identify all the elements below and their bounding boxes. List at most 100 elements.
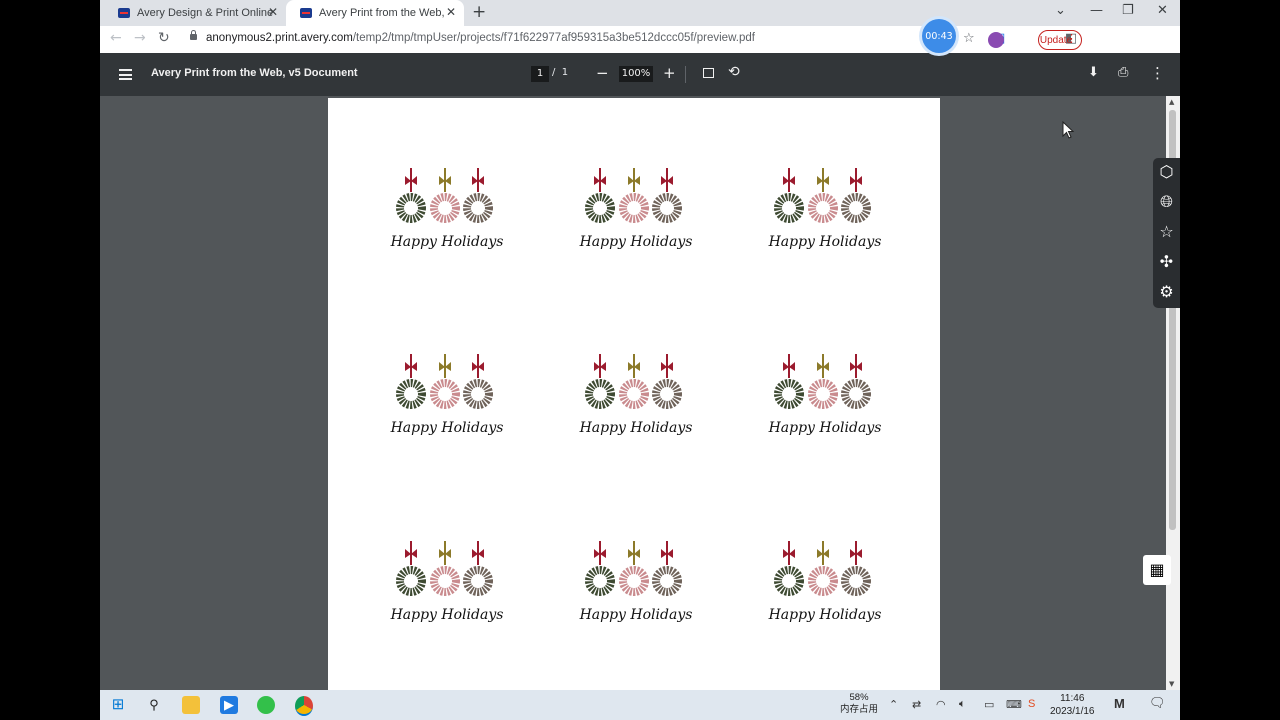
restore-button[interactable]: ❐ <box>1122 3 1134 18</box>
pdf-page: Happy Holidays Happy Holidays Happy Holida… <box>328 98 940 690</box>
wreaths-illustration <box>396 541 493 596</box>
menu-icon[interactable] <box>119 69 132 80</box>
url-path: /temp2/tmp/tmpUser/projects/f71f622977af… <box>352 32 755 44</box>
volume-icon[interactable]: 🔈︎ <box>959 698 966 711</box>
pdf-toolbar: Avery Print from the Web, v5 Document 1 … <box>100 53 1180 96</box>
avery-favicon-icon <box>300 8 312 18</box>
update-button[interactable]: Update <box>1038 30 1082 50</box>
side-dock: ⬡ 🌐︎ ☆ ✣ ⚙ <box>1153 158 1180 308</box>
lock-icon <box>190 30 197 40</box>
qr-code-icon[interactable]: ▦ <box>1143 555 1171 585</box>
clock[interactable]: 11:46 2023/1/16 <box>1050 692 1095 718</box>
zoom-out-button[interactable]: − <box>596 64 609 82</box>
scroll-down-icon[interactable]: ▼ <box>1169 680 1174 688</box>
page-separator: / <box>552 67 556 78</box>
search-icon[interactable]: ⚲ <box>145 696 163 714</box>
download-icon[interactable]: ⬇ <box>1088 65 1099 80</box>
zoom-in-button[interactable]: + <box>663 64 676 82</box>
print-icon[interactable]: ⎙ <box>1118 65 1128 80</box>
battery-icon[interactable]: ▭ <box>984 698 994 711</box>
label-cell: Happy Holidays <box>765 539 885 649</box>
address-toolbar: ← → ↻ anonymous2.print.avery.com/temp2/t… <box>100 26 1180 53</box>
label-cell: Happy Holidays <box>576 352 696 462</box>
forward-button[interactable]: → <box>134 30 146 46</box>
label-cell: Happy Holidays <box>765 166 885 276</box>
memory-label: 内存占用 <box>840 704 879 715</box>
label-caption: Happy Holidays <box>768 420 882 436</box>
taskbar: ⊞ ⚲ ▶ 58% 内存占用 ⌃ ⇄ ◠ 🔈︎ ▭ ⌨ S 11:46 2023/1… <box>100 690 1180 720</box>
ime-icon[interactable]: S <box>1028 698 1035 710</box>
tab-title: Avery Design & Print Online <box>137 7 274 19</box>
wreaths-illustration <box>396 354 493 409</box>
label-cell: Happy Holidays <box>387 539 507 649</box>
wreaths-illustration <box>774 168 871 223</box>
profile-avatar[interactable] <box>988 32 1004 48</box>
wechat-icon[interactable] <box>257 696 275 714</box>
label-caption: Happy Holidays <box>579 607 693 623</box>
clock-time: 11:46 <box>1060 693 1085 704</box>
zoom-input[interactable]: 100% <box>619 66 653 82</box>
new-tab-button[interactable]: + <box>472 2 486 22</box>
globe-icon[interactable]: 🌐︎ <box>1156 191 1177 212</box>
file-explorer-icon[interactable] <box>182 696 200 714</box>
wreaths-illustration <box>774 541 871 596</box>
tab-avery-print[interactable]: Avery Print from the Web, v5 D ✕ <box>286 0 464 26</box>
scroll-up-icon[interactable]: ▲ <box>1169 98 1174 106</box>
url-host: anonymous2.print.avery.com <box>206 32 353 44</box>
label-cell: Happy Holidays <box>576 539 696 649</box>
network-swap-icon[interactable]: ⇄ <box>912 698 921 711</box>
close-icon[interactable]: ✕ <box>446 5 456 19</box>
label-caption: Happy Holidays <box>579 234 693 250</box>
label-cell: Happy Holidays <box>576 166 696 276</box>
gear-icon[interactable]: ⚙ <box>1156 281 1177 302</box>
document-title: Avery Print from the Web, v5 Document <box>151 67 358 79</box>
wreaths-illustration <box>774 354 871 409</box>
wreaths-illustration <box>585 168 682 223</box>
tab-title: Avery Print from the Web, v5 D <box>319 7 447 19</box>
label-cell: Happy Holidays <box>765 352 885 462</box>
fit-page-icon[interactable] <box>703 68 714 78</box>
page-number-input[interactable]: 1 <box>531 66 549 82</box>
mouse-cursor-icon <box>1062 121 1075 139</box>
clock-date: 2023/1/16 <box>1050 706 1095 717</box>
windows-start-icon[interactable]: ⊞ <box>109 696 127 714</box>
app-icon[interactable]: ▶ <box>220 696 238 714</box>
chrome-icon[interactable] <box>295 696 313 716</box>
memory-usage: 58% 内存占用 <box>840 692 878 716</box>
label-caption: Happy Holidays <box>390 234 504 250</box>
minimize-button[interactable]: — <box>1090 3 1103 18</box>
window-close-button[interactable]: ✕ <box>1157 3 1168 18</box>
label-caption: Happy Holidays <box>768 234 882 250</box>
tab-strip: Avery Design & Print Online ✕ Avery Prin… <box>100 0 1180 26</box>
label-cell: Happy Holidays <box>387 352 507 462</box>
extension-icon[interactable]: ⬡ <box>1156 161 1177 182</box>
m-app-icon[interactable]: M <box>1114 696 1125 711</box>
more-options-icon[interactable]: ⋮ <box>1150 64 1165 82</box>
back-button[interactable]: ← <box>110 30 122 46</box>
notification-icon[interactable]: 🗨︎ <box>1149 695 1166 711</box>
input-method-icon[interactable]: ⌨ <box>1006 698 1022 711</box>
wreaths-illustration <box>585 541 682 596</box>
browser-window: Avery Design & Print Online ✕ Avery Prin… <box>100 0 1180 690</box>
reload-button[interactable]: ↻ <box>158 30 170 46</box>
wreaths-illustration <box>396 168 493 223</box>
recording-timer[interactable]: 00:43 <box>922 19 956 53</box>
wifi-icon[interactable]: ◠ <box>936 698 946 711</box>
label-caption: Happy Holidays <box>390 607 504 623</box>
bookmark-star-icon[interactable]: ☆ <box>1156 221 1177 242</box>
address-bar[interactable]: anonymous2.print.avery.com/temp2/tmp/tmp… <box>206 32 755 44</box>
star-icon[interactable]: ☆ <box>963 31 975 46</box>
wreaths-illustration <box>585 354 682 409</box>
page-count: / 1 <box>552 67 568 78</box>
label-caption: Happy Holidays <box>579 420 693 436</box>
apps-icon[interactable]: ✣ <box>1156 251 1177 272</box>
close-icon[interactable]: ✕ <box>268 5 278 19</box>
divider <box>685 66 686 83</box>
page-total: 1 <box>561 67 569 78</box>
tab-avery-design[interactable]: Avery Design & Print Online ✕ <box>104 0 286 26</box>
tab-search-icon[interactable]: ⌄ <box>1055 3 1066 18</box>
chevron-up-icon[interactable]: ⌃ <box>889 698 898 711</box>
avery-favicon-icon <box>118 8 130 18</box>
label-caption: Happy Holidays <box>390 420 504 436</box>
rotate-icon[interactable]: ⟲ <box>728 64 740 80</box>
